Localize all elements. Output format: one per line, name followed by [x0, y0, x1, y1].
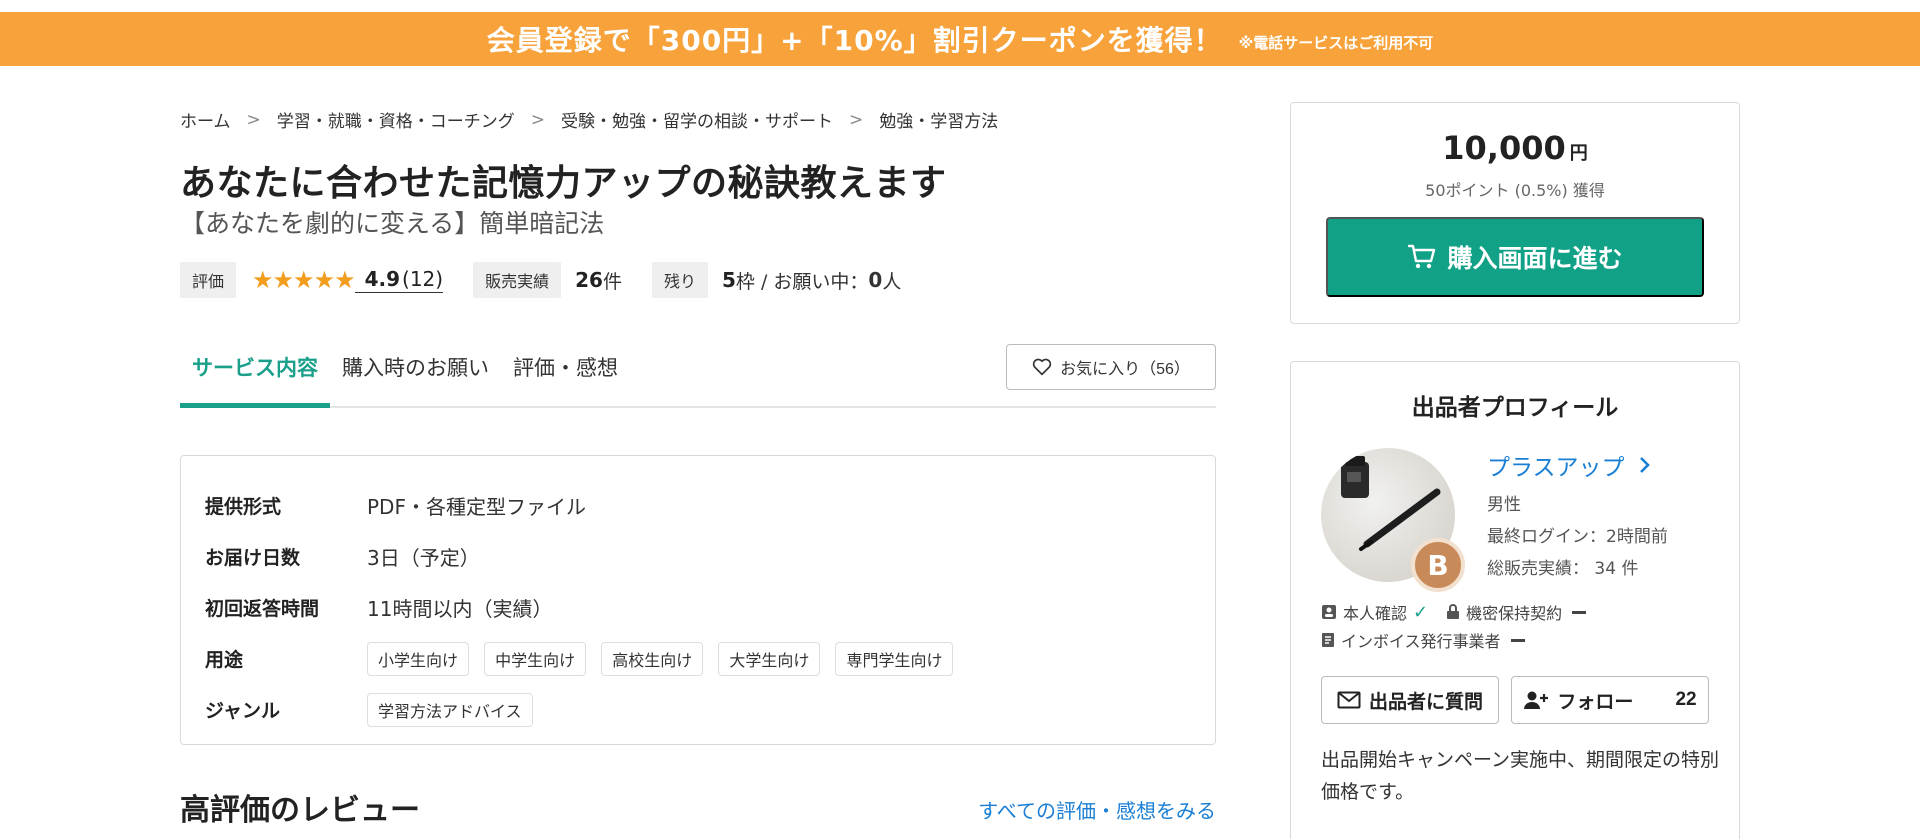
favorite-button[interactable]: お気に入り（56）: [1006, 344, 1216, 390]
stats-row: 評価 ★★★★★ 4.9 (12) 販売実績 26 件 残り 5 枠 / お願い…: [180, 262, 901, 298]
price: 10,000 円: [1291, 129, 1739, 167]
rating-value: 4.9: [364, 267, 401, 291]
profile-actions: 出品者に質問 フォロー 22: [1321, 676, 1709, 724]
purchase-button[interactable]: 購入画面に進む: [1326, 217, 1704, 297]
info-row-format: 提供形式 PDF・各種定型ファイル: [205, 480, 1191, 531]
seller-last-login: 最終ログイン：2時間前: [1487, 527, 1668, 547]
info-label: 初回返答時間: [205, 598, 320, 620]
verification-row: 本人確認 ✓ 機密保持契約: [1321, 600, 1587, 624]
follow-count: 22: [1675, 689, 1697, 710]
info-value: 11時間以内（実績）: [367, 597, 553, 621]
info-row-delivery: お届け日数 3日（予定）: [205, 531, 1191, 582]
price-currency: 円: [1569, 143, 1588, 164]
add-user-icon: [1524, 691, 1549, 709]
usage-tag[interactable]: 中学生向け: [484, 641, 587, 676]
sales-unit: 件: [602, 270, 622, 293]
follow-label: フォロー: [1557, 691, 1634, 713]
usage-tag[interactable]: 高校生向け: [601, 641, 704, 676]
document-icon: [1322, 633, 1334, 647]
tab-service-content[interactable]: サービス内容: [180, 340, 330, 408]
usage-tag[interactable]: 専門学生向け: [835, 641, 954, 676]
ask-seller-label: 出品者に質問: [1368, 691, 1483, 713]
banner-note-text: ※電話サービスはご利用不可: [1238, 33, 1434, 52]
info-label: 用途: [205, 649, 244, 671]
mail-icon: [1337, 691, 1361, 709]
usage-tag[interactable]: 大学生向け: [718, 641, 821, 676]
info-value: PDF・各種定型ファイル: [367, 495, 586, 519]
all-reviews-link[interactable]: すべての評価・感想をみる: [978, 795, 1216, 824]
banner-main-text: 会員登録で「300円」+「10%」割引クーポンを獲得！: [486, 24, 1223, 57]
invoice-row: インボイス発行事業者: [1321, 628, 1525, 652]
breadcrumb-home[interactable]: ホーム: [180, 107, 231, 132]
invoice-status-dash: [1510, 638, 1525, 642]
info-value: 3日（予定）: [367, 546, 480, 570]
breadcrumb-study-method[interactable]: 勉強・学習方法: [879, 107, 998, 132]
breadcrumb-separator: >: [246, 109, 261, 130]
seller-name: プラスアップ: [1487, 455, 1625, 481]
price-card: 10,000 円 50ポイント (0.5%) 獲得 購入画面に進む: [1290, 102, 1740, 324]
profile-heading: 出品者プロフィール: [1411, 395, 1619, 421]
service-subtitle: 【あなたを劇的に変える】簡単暗記法: [180, 209, 605, 238]
service-title: あなたに合わせた記憶力アップの秘訣教えます: [180, 163, 947, 204]
follow-button[interactable]: フォロー 22: [1511, 676, 1709, 724]
chevron-right-icon: [1639, 457, 1650, 473]
star-rating-icon: ★★★★★: [252, 266, 356, 294]
invoice-label: インボイス発行事業者: [1341, 632, 1501, 651]
remaining-label: 残り: [651, 262, 708, 298]
breadcrumb-separator: >: [849, 109, 864, 130]
service-info-box: 提供形式 PDF・各種定型ファイル お届け日数 3日（予定） 初回返答時間 11…: [180, 455, 1216, 745]
seller-profile-card: 出品者プロフィール B プラスアップ 男性 最終ログイン：2時間前 総販売実績：…: [1290, 361, 1740, 839]
id-card-icon: [1322, 605, 1336, 619]
remaining-text: 枠 / お願い中：: [735, 270, 869, 293]
purchase-label: 購入画面に進む: [1447, 245, 1623, 273]
info-label: お届け日数: [205, 547, 301, 569]
sales-label: 販売実績: [473, 262, 562, 298]
seller-total-sales: 総販売実績： 34 件: [1487, 559, 1639, 579]
seller-gender: 男性: [1487, 495, 1521, 515]
info-row-usage: 用途 小学生向け 中学生向け 高校生向け 大学生向け 専門学生向け: [205, 633, 1191, 684]
genre-tag[interactable]: 学習方法アドバイス: [367, 692, 533, 727]
reviews-heading: 高評価のレビュー: [180, 793, 420, 828]
nda-label: 機密保持契約: [1466, 604, 1563, 623]
rating-link[interactable]: 4.9 (12): [354, 267, 444, 293]
tab-purchase-requests[interactable]: 購入時のお願い: [330, 340, 501, 408]
requests-unit: 人: [882, 270, 902, 293]
sales-value: 26: [575, 268, 603, 292]
service-tabs: サービス内容 購入時のお願い 評価・感想 お気に入り（56）: [180, 340, 1216, 408]
campaign-banner[interactable]: 会員登録で「300円」+「10%」割引クーポンを獲得！ ※電話サービスはご利用不…: [0, 12, 1920, 66]
breadcrumb-exam-support[interactable]: 受験・勉強・留学の相談・サポート: [561, 107, 833, 132]
info-row-response: 初回返答時間 11時間以内（実績）: [205, 582, 1191, 633]
nda-status-dash: [1572, 610, 1587, 614]
cart-icon: [1408, 244, 1436, 269]
usage-tag[interactable]: 小学生向け: [367, 641, 470, 676]
info-row-genre: ジャンル 学習方法アドバイス: [205, 684, 1191, 735]
requests-value: 0: [868, 268, 883, 292]
remaining-value: 5: [721, 268, 736, 292]
price-amount: 10,000: [1442, 129, 1566, 167]
heart-icon: [1032, 358, 1052, 376]
lock-icon: [1447, 604, 1460, 619]
breadcrumb-separator: >: [530, 109, 545, 130]
seller-description: 出品開始キャンペーン実施中、期間限定の特別価格です。: [1321, 749, 1720, 803]
identity-verified-label: 本人確認: [1343, 604, 1408, 623]
info-label: ジャンル: [205, 700, 281, 722]
rating-count: (12): [402, 267, 444, 291]
breadcrumb-learning[interactable]: 学習・就職・資格・コーチング: [277, 107, 515, 132]
seller-name-link[interactable]: プラスアップ: [1487, 448, 1651, 482]
check-icon: ✓: [1413, 601, 1429, 623]
favorite-label: お気に入り（56）: [1060, 361, 1190, 378]
seller-rank-badge: B: [1411, 538, 1465, 592]
rating-label: 評価: [180, 262, 237, 298]
breadcrumb: ホーム > 学習・就職・資格・コーチング > 受験・勉強・留学の相談・サポート …: [180, 107, 998, 133]
tab-reviews[interactable]: 評価・感想: [501, 340, 630, 408]
info-label: 提供形式: [205, 496, 282, 518]
points-earned: 50ポイント (0.5%) 獲得: [1425, 181, 1605, 200]
ask-seller-button[interactable]: 出品者に質問: [1321, 676, 1499, 724]
